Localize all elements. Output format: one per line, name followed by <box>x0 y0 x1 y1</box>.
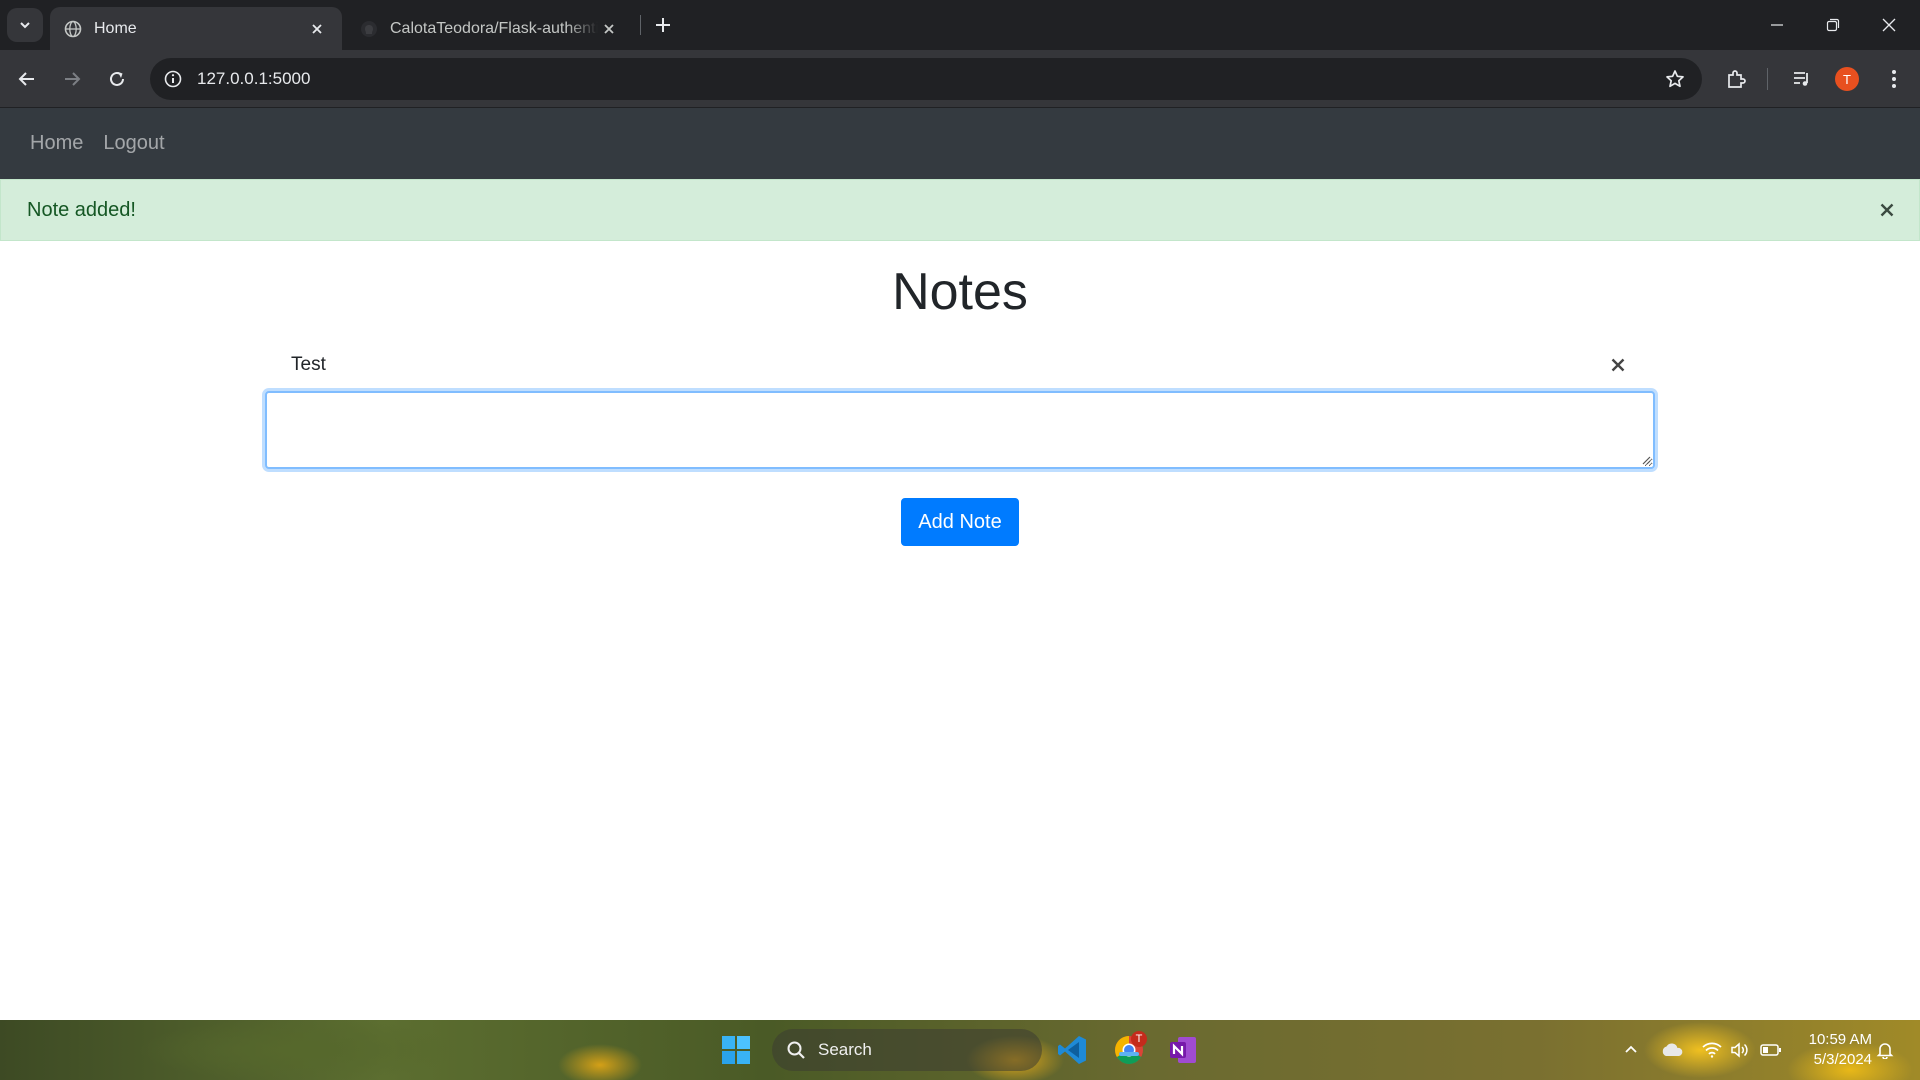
windows-logo-icon <box>722 1036 750 1064</box>
more-vertical-icon <box>1892 70 1896 88</box>
vscode-taskbar-button[interactable] <box>1051 1029 1093 1071</box>
page-title: Notes <box>892 263 1028 321</box>
minimize-icon <box>1771 24 1783 26</box>
url-text: 127.0.0.1:5000 <box>197 69 311 88</box>
tab-search-button[interactable] <box>7 8 43 42</box>
delete-note-button[interactable] <box>1605 352 1631 378</box>
address-bar[interactable]: 127.0.0.1:5000 <box>150 58 1702 100</box>
onenote-taskbar-button[interactable] <box>1162 1029 1204 1071</box>
chrome-profile-badge: T <box>1131 1031 1147 1047</box>
tab-title: Home <box>94 19 137 37</box>
arrow-right-icon <box>65 72 81 86</box>
new-tab-button[interactable] <box>650 12 676 38</box>
taskbar-clock[interactable]: 10:59 AM 5/3/2024 <box>1790 1030 1872 1070</box>
chevron-down-icon <box>20 22 30 29</box>
onedrive-tray-icon[interactable] <box>1660 1038 1684 1062</box>
playlist-icon <box>1794 72 1808 86</box>
nav-logout-link[interactable]: Logout <box>103 132 164 155</box>
wifi-icon[interactable] <box>1700 1038 1724 1062</box>
search-icon <box>784 1038 808 1062</box>
tab-title: CalotaTeodora/Flask-authentication <box>390 19 598 37</box>
start-button[interactable] <box>715 1029 757 1071</box>
clock-time: 10:59 AM <box>1808 1031 1872 1048</box>
puzzle-icon <box>1728 70 1746 88</box>
success-alert: Note added! <box>0 179 1920 241</box>
note-text: Test <box>291 354 326 375</box>
notification-bell-icon[interactable] <box>1873 1038 1897 1062</box>
browser-toolbar: 127.0.0.1:5000 <box>0 50 1920 108</box>
clock-date: 5/3/2024 <box>1813 1051 1872 1068</box>
github-icon <box>360 20 378 38</box>
media-control-button[interactable] <box>1784 61 1820 97</box>
add-note-button[interactable]: Add Note <box>901 498 1019 546</box>
battery-icon[interactable] <box>1759 1038 1783 1062</box>
extensions-button[interactable] <box>1718 61 1754 97</box>
note-textarea[interactable] <box>265 391 1655 469</box>
restore-icon <box>1826 18 1840 32</box>
close-icon <box>1880 203 1894 217</box>
profile-avatar[interactable]: T <box>1835 67 1859 91</box>
vscode-icon <box>1058 1036 1086 1064</box>
globe-icon <box>64 20 82 38</box>
minimize-button[interactable] <box>1754 8 1800 42</box>
toolbar-separator <box>1767 68 1768 90</box>
close-window-button[interactable] <box>1866 8 1912 42</box>
reload-icon <box>110 71 124 86</box>
site-navbar: Home Logout <box>0 108 1920 179</box>
reload-button[interactable] <box>99 61 135 97</box>
site-info-icon[interactable] <box>155 61 191 97</box>
active-app-indicator <box>1119 1052 1139 1056</box>
arrow-left-icon <box>18 72 34 86</box>
browser-tab-strip: Home CalotaTeodora/Flask-authentication <box>0 0 1920 50</box>
alert-message: Note added! <box>27 198 136 221</box>
restore-button[interactable] <box>1810 8 1856 42</box>
search-label: Search <box>818 1040 872 1059</box>
nav-home-link[interactable]: Home <box>30 132 83 155</box>
tab-home[interactable]: Home <box>50 7 342 50</box>
taskbar-search[interactable]: Search <box>772 1029 1042 1071</box>
tab-github[interactable]: CalotaTeodora/Flask-authentication <box>346 7 634 50</box>
tab-divider <box>640 15 641 35</box>
plus-icon <box>656 18 670 32</box>
forward-button[interactable] <box>54 61 90 97</box>
tab-close-icon[interactable] <box>306 18 328 40</box>
note-list-item: Test <box>265 346 1655 384</box>
close-icon <box>1611 358 1625 372</box>
alert-close-button[interactable] <box>1873 196 1901 224</box>
browser-menu-button[interactable] <box>1876 61 1912 97</box>
back-button[interactable] <box>9 61 45 97</box>
onenote-icon <box>1170 1037 1196 1063</box>
show-hidden-icons-button[interactable] <box>1619 1038 1643 1062</box>
close-icon <box>1882 18 1896 32</box>
chevron-up-icon <box>1625 1045 1637 1053</box>
bookmark-star-icon[interactable] <box>1658 62 1692 96</box>
volume-icon[interactable] <box>1728 1038 1752 1062</box>
tab-close-icon[interactable] <box>598 18 620 40</box>
